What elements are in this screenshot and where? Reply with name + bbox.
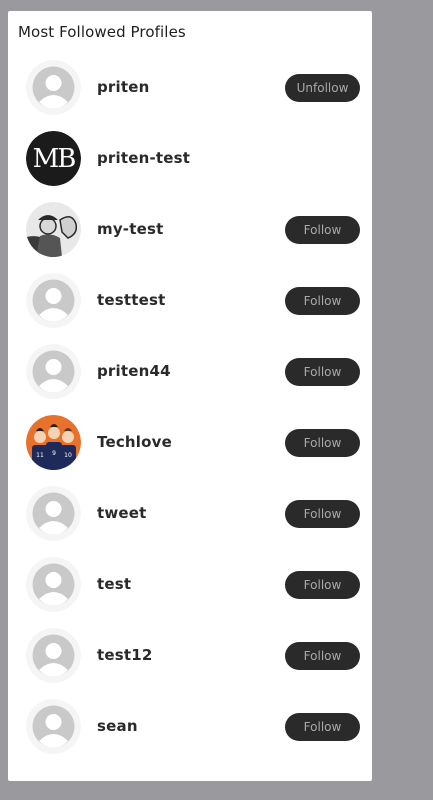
svg-text:10: 10: [64, 452, 72, 459]
most-followed-profiles-panel: Most Followed Profiles priten Unfollow M…: [8, 11, 372, 781]
profile-username[interactable]: test12: [97, 646, 153, 664]
svg-text:9: 9: [52, 450, 56, 457]
follow-button[interactable]: Follow: [285, 216, 360, 244]
profile-row: priten44 Follow: [8, 337, 372, 408]
team-photo-avatar[interactable]: 11 9 10: [26, 415, 81, 470]
profile-row: test Follow: [8, 550, 372, 621]
profile-username[interactable]: my-test: [97, 220, 163, 238]
profile-username[interactable]: Techlove: [97, 433, 172, 451]
profile-row: priten Unfollow: [8, 53, 372, 124]
profile-username[interactable]: priten44: [97, 362, 171, 380]
default-avatar-icon[interactable]: [26, 557, 81, 612]
profile-row: MB priten-test: [8, 124, 372, 195]
profile-username[interactable]: test: [97, 575, 131, 593]
profile-row: testtest Follow: [8, 266, 372, 337]
mb-logo-avatar[interactable]: MB: [26, 131, 81, 186]
follow-button[interactable]: Follow: [285, 713, 360, 741]
default-avatar-icon[interactable]: [26, 344, 81, 399]
profile-row: my-test Follow: [8, 195, 372, 266]
follow-button[interactable]: Follow: [285, 429, 360, 457]
default-avatar-icon[interactable]: [26, 699, 81, 754]
profile-row: 11 9 10 Techlove Follow: [8, 408, 372, 479]
follow-button[interactable]: Follow: [285, 642, 360, 670]
follow-button[interactable]: Follow: [285, 358, 360, 386]
default-avatar-icon[interactable]: [26, 486, 81, 541]
profile-row: tweet Follow: [8, 479, 372, 550]
default-avatar-icon[interactable]: [26, 628, 81, 683]
panel-title: Most Followed Profiles: [18, 23, 186, 41]
profile-username[interactable]: sean: [97, 717, 138, 735]
profile-username[interactable]: testtest: [97, 291, 166, 309]
profile-list: priten Unfollow MB priten-test my-test F…: [8, 53, 372, 763]
flexing-person-avatar[interactable]: [26, 202, 81, 257]
follow-button[interactable]: Follow: [285, 500, 360, 528]
profile-username[interactable]: tweet: [97, 504, 147, 522]
profile-row: test12 Follow: [8, 621, 372, 692]
default-avatar-icon[interactable]: [26, 273, 81, 328]
profile-row: sean Follow: [8, 692, 372, 763]
profile-username[interactable]: priten: [97, 78, 150, 96]
unfollow-button[interactable]: Unfollow: [285, 74, 360, 102]
follow-button[interactable]: Follow: [285, 571, 360, 599]
svg-text:MB: MB: [33, 144, 76, 174]
svg-text:11: 11: [36, 452, 44, 459]
follow-button[interactable]: Follow: [285, 287, 360, 315]
default-avatar-icon[interactable]: [26, 60, 81, 115]
profile-username[interactable]: priten-test: [97, 149, 190, 167]
